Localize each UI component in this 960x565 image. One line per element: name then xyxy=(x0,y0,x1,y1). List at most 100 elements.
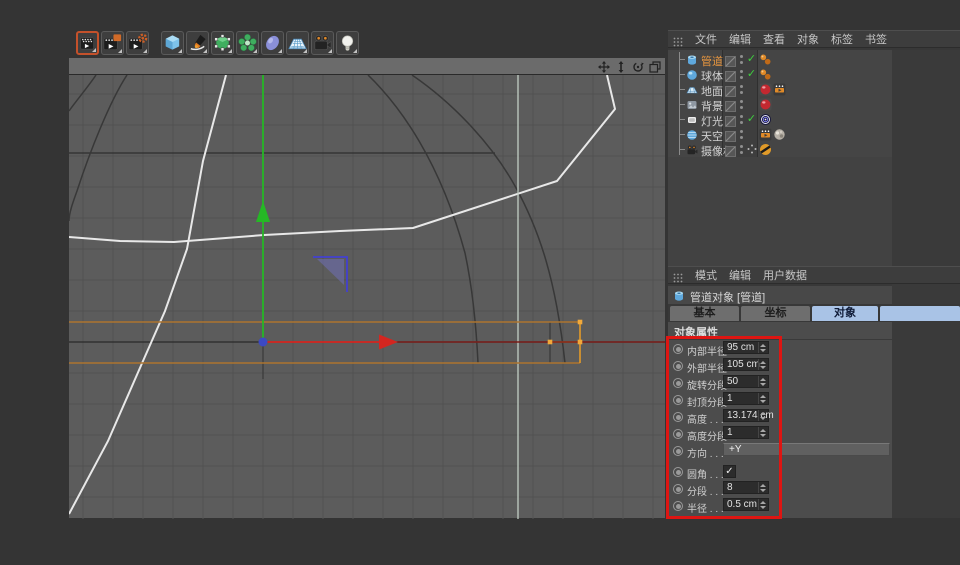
attr-menu-user-data[interactable]: 用户数据 xyxy=(763,267,807,283)
animation-dot-icon[interactable] xyxy=(673,344,683,354)
height-input[interactable]: 13.174 cm xyxy=(723,409,769,422)
animation-dot-icon[interactable] xyxy=(673,395,683,405)
spin-down-icon[interactable] xyxy=(760,506,766,509)
visibility-dots[interactable] xyxy=(740,70,744,79)
animation-dot-icon[interactable] xyxy=(673,378,683,388)
visibility-dots[interactable] xyxy=(740,145,744,154)
animation-dot-icon[interactable] xyxy=(673,429,683,439)
spin-up-icon[interactable] xyxy=(760,395,766,398)
render-visibility-dot[interactable] xyxy=(740,136,743,139)
render-visibility-dot[interactable] xyxy=(740,151,743,154)
spin-up-icon[interactable] xyxy=(760,361,766,364)
display-color-swatch[interactable] xyxy=(725,144,736,155)
rotation-segments-input[interactable]: 50 xyxy=(723,375,769,388)
object-row-tube[interactable]: 管道✓ xyxy=(668,52,892,67)
om-menu-bookmarks[interactable]: 书签 xyxy=(865,31,887,47)
object-row-floor[interactable]: 地面 xyxy=(668,82,892,97)
fillet-segments-input[interactable]: 8 xyxy=(723,481,769,494)
pan-icon[interactable] xyxy=(598,60,610,72)
display-color-swatch[interactable] xyxy=(725,114,736,125)
stepper-arrows-icon[interactable] xyxy=(758,410,767,421)
visibility-dots[interactable] xyxy=(740,85,744,94)
object-row-light[interactable]: 灯光✓ xyxy=(668,112,892,127)
spin-up-icon[interactable] xyxy=(760,429,766,432)
animation-dot-icon[interactable] xyxy=(673,361,683,371)
animation-dot-icon[interactable] xyxy=(673,467,683,477)
visibility-dots[interactable] xyxy=(740,130,744,139)
om-menu-edit[interactable]: 编辑 xyxy=(729,31,751,47)
y-axis-arrowhead[interactable] xyxy=(256,201,270,222)
dolly-zoom-icon[interactable] xyxy=(615,60,627,72)
stepper-arrows-icon[interactable] xyxy=(758,393,767,404)
spin-up-icon[interactable] xyxy=(760,412,766,415)
material-red-tag-icon[interactable] xyxy=(759,98,772,111)
state-empty[interactable] xyxy=(746,82,757,96)
stepper-arrows-icon[interactable] xyxy=(758,499,767,510)
animation-dot-icon[interactable] xyxy=(673,446,683,456)
editor-visibility-dot[interactable] xyxy=(740,100,743,103)
attr-menu-edit[interactable]: 编辑 xyxy=(729,267,751,283)
spin-down-icon[interactable] xyxy=(760,383,766,386)
phong-tag-icon[interactable] xyxy=(759,68,772,81)
object-row-background[interactable]: 背景 xyxy=(668,97,892,112)
cap-segments-input[interactable]: 1 xyxy=(723,392,769,405)
tab-object[interactable]: 对象 xyxy=(812,306,878,321)
tube-handle[interactable] xyxy=(548,340,553,345)
x-axis-arrowhead[interactable] xyxy=(379,335,398,350)
spin-down-icon[interactable] xyxy=(760,366,766,369)
render-visibility-dot[interactable] xyxy=(740,61,743,64)
om-menu-objects[interactable]: 对象 xyxy=(797,31,819,47)
compositing-tag-icon[interactable] xyxy=(759,128,772,141)
height-segments-input[interactable]: 1 xyxy=(723,426,769,439)
phong-tag-icon[interactable] xyxy=(759,53,772,66)
material-red-tag-icon[interactable] xyxy=(759,83,772,96)
animation-dot-icon[interactable] xyxy=(673,484,683,494)
spin-up-icon[interactable] xyxy=(760,501,766,504)
viewport-canvas[interactable] xyxy=(69,75,665,519)
orbit-icon[interactable] xyxy=(632,60,644,72)
editor-visibility-dot[interactable] xyxy=(740,70,743,73)
display-color-swatch[interactable] xyxy=(725,99,736,110)
enabled-check-icon[interactable]: ✓ xyxy=(746,52,757,66)
object-manager-empty-area[interactable] xyxy=(668,157,892,266)
attr-menu-mode[interactable]: 模式 xyxy=(695,267,717,283)
deformer-object-button[interactable] xyxy=(261,31,284,55)
animation-dot-icon[interactable] xyxy=(673,501,683,511)
camera-object-button[interactable] xyxy=(311,31,334,55)
make-editable-object-button[interactable] xyxy=(211,31,234,55)
inner-radius-input[interactable]: 95 cm xyxy=(723,341,769,354)
om-menu-view[interactable]: 查看 xyxy=(763,31,785,47)
editor-visibility-dot[interactable] xyxy=(740,55,743,58)
editor-visibility-dot[interactable] xyxy=(740,85,743,88)
orientation-dropdown[interactable]: +Y xyxy=(723,443,890,456)
object-row-camera[interactable]: 摄像机 xyxy=(668,142,892,157)
visibility-dots[interactable] xyxy=(740,55,744,64)
stepper-arrows-icon[interactable] xyxy=(758,359,767,370)
material-texture-tag-icon[interactable] xyxy=(773,128,786,141)
editor-visibility-dot[interactable] xyxy=(740,145,743,148)
state-empty[interactable] xyxy=(746,97,757,111)
active-camera-icon[interactable] xyxy=(746,142,757,156)
object-origin-handle[interactable] xyxy=(259,338,268,347)
protection-tag-icon[interactable] xyxy=(759,143,772,156)
render-settings-button[interactable] xyxy=(126,31,149,55)
state-empty[interactable] xyxy=(746,127,757,141)
light-object-button[interactable] xyxy=(336,31,359,55)
stepper-arrows-icon[interactable] xyxy=(758,482,767,493)
display-color-swatch[interactable] xyxy=(725,54,736,65)
stepper-arrows-icon[interactable] xyxy=(758,342,767,353)
array-object-button[interactable] xyxy=(236,31,259,55)
outer-radius-input[interactable]: 105 cm xyxy=(723,358,769,371)
spline-pen-button[interactable] xyxy=(186,31,209,55)
enabled-check-icon[interactable]: ✓ xyxy=(746,67,757,81)
spin-up-icon[interactable] xyxy=(760,378,766,381)
spin-down-icon[interactable] xyxy=(760,434,766,437)
enabled-check-icon[interactable]: ✓ xyxy=(746,112,757,126)
spin-down-icon[interactable] xyxy=(760,349,766,352)
tab-extra[interactable] xyxy=(880,306,960,321)
spin-down-icon[interactable] xyxy=(760,400,766,403)
add-cube-object-button[interactable] xyxy=(161,31,184,55)
spin-up-icon[interactable] xyxy=(760,484,766,487)
light-tag-icon[interactable] xyxy=(759,113,772,126)
tab-coordinates[interactable]: 坐标 xyxy=(741,306,810,321)
